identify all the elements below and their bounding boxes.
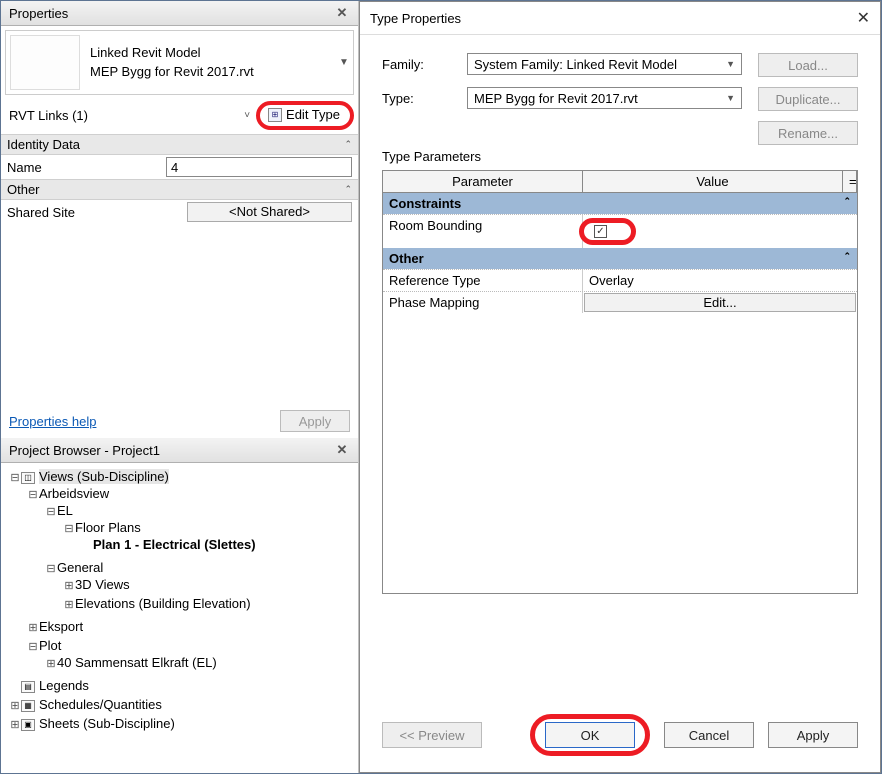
legends-icon: ▤	[21, 681, 35, 693]
edit-type-icon: ⊞	[268, 108, 282, 122]
type-properties-dialog: Type Properties ✕ Family: System Family:…	[359, 1, 881, 773]
family-value: System Family: Linked Revit Model	[474, 57, 726, 72]
family-label: Family:	[382, 57, 467, 72]
tree-plot[interactable]: Plot	[39, 638, 61, 653]
linked-model-file: MEP Bygg for Revit 2017.rvt	[90, 63, 339, 81]
project-browser-title: Project Browser - Project1	[9, 443, 334, 458]
shared-site-label: Shared Site	[7, 205, 187, 220]
reference-type-value[interactable]: Overlay	[583, 270, 857, 291]
close-icon[interactable]: ✕	[857, 8, 870, 28]
type-combo[interactable]: MEP Bygg for Revit 2017.rvt ▼	[467, 87, 742, 109]
identity-data-header[interactable]: Identity Data ⌃	[1, 134, 358, 155]
tree-schedules[interactable]: Schedules/Quantities	[39, 697, 162, 712]
collapse-icon: ⌃	[344, 184, 352, 195]
other-header[interactable]: Other ⌃	[1, 179, 358, 200]
preview-button[interactable]: << Preview	[382, 722, 482, 748]
type-label: Type:	[382, 91, 467, 106]
properties-help-link[interactable]: Properties help	[9, 414, 280, 429]
tree-elevations[interactable]: Elevations (Building Elevation)	[75, 596, 251, 611]
schedules-icon: ▦	[21, 700, 35, 712]
other-group-header[interactable]: Other ⌃	[383, 248, 857, 269]
type-parameters-table: Parameter Value = Constraints ⌃ Room Bou…	[382, 170, 858, 594]
tree-3dviews[interactable]: 3D Views	[75, 577, 130, 592]
collapse-icon: ⌃	[344, 139, 352, 150]
chevron-down-icon: ▼	[726, 93, 735, 103]
rvt-links-label: RVT Links (1)	[5, 105, 244, 126]
parameter-column-header[interactable]: Parameter	[383, 171, 583, 192]
sheets-icon: ▣	[21, 719, 35, 731]
tree-views-root[interactable]: Views (Sub-Discipline)	[39, 469, 169, 484]
tree-floor-plans[interactable]: Floor Plans	[75, 520, 141, 535]
name-label: Name	[7, 160, 166, 175]
linked-model-label: Linked Revit Model	[90, 44, 339, 62]
project-browser-tree[interactable]: ⊟◫Views (Sub-Discipline) ⊟Arbeidsview ⊟E…	[1, 463, 358, 773]
constraints-group-header[interactable]: Constraints ⌃	[383, 193, 857, 214]
shared-site-button[interactable]: <Not Shared>	[187, 202, 352, 222]
tree-sammensatt[interactable]: 40 Sammensatt Elkraft (EL)	[57, 655, 217, 670]
dialog-title: Type Properties	[370, 11, 857, 26]
close-icon[interactable]: ✕	[334, 5, 350, 21]
views-icon: ◫	[21, 472, 35, 484]
name-input[interactable]	[166, 157, 352, 177]
duplicate-button[interactable]: Duplicate...	[758, 87, 858, 111]
phase-mapping-label: Phase Mapping	[383, 292, 583, 313]
room-bounding-checkbox[interactable]: ✓	[594, 225, 607, 238]
load-button[interactable]: Load...	[758, 53, 858, 77]
chevron-down-icon[interactable]: ▼	[339, 57, 349, 68]
type-selector[interactable]: Linked Revit Model MEP Bygg for Revit 20…	[5, 30, 354, 95]
thumbnail-icon	[10, 35, 80, 90]
rename-button[interactable]: Rename...	[758, 121, 858, 145]
tree-legends[interactable]: Legends	[39, 678, 89, 693]
collapse-icon: ⌃	[843, 251, 851, 266]
family-combo[interactable]: System Family: Linked Revit Model ▼	[467, 53, 742, 75]
apply-button[interactable]: Apply	[768, 722, 858, 748]
tree-sheets[interactable]: Sheets (Sub-Discipline)	[39, 716, 175, 731]
phase-mapping-edit-button[interactable]: Edit...	[584, 293, 856, 312]
properties-apply-button[interactable]: Apply	[280, 410, 350, 432]
tree-plan1[interactable]: Plan 1 - Electrical (Slettes)	[93, 537, 256, 552]
type-parameters-label: Type Parameters	[382, 149, 858, 164]
chevron-down-icon[interactable]: ˅	[244, 110, 250, 121]
tree-el[interactable]: EL	[57, 503, 73, 518]
tree-general[interactable]: General	[57, 560, 103, 575]
edit-type-button[interactable]: ⊞ Edit Type	[264, 105, 344, 124]
close-icon[interactable]: ✕	[334, 442, 350, 458]
collapse-icon: ⌃	[843, 196, 851, 211]
properties-panel-header: Properties ✕	[1, 1, 358, 26]
equals-column-header[interactable]: =	[843, 171, 857, 192]
edit-type-label: Edit Type	[286, 107, 340, 122]
tree-eksport[interactable]: Eksport	[39, 619, 83, 634]
reference-type-label: Reference Type	[383, 270, 583, 291]
value-column-header[interactable]: Value	[583, 171, 843, 192]
room-bounding-label: Room Bounding	[383, 215, 583, 248]
chevron-down-icon: ▼	[726, 59, 735, 69]
project-browser-header: Project Browser - Project1 ✕	[1, 438, 358, 463]
tree-arbeidsview[interactable]: Arbeidsview	[39, 486, 109, 501]
cancel-button[interactable]: Cancel	[664, 722, 754, 748]
type-value: MEP Bygg for Revit 2017.rvt	[474, 91, 726, 106]
properties-title: Properties	[9, 6, 334, 21]
ok-button[interactable]: OK	[545, 722, 635, 748]
